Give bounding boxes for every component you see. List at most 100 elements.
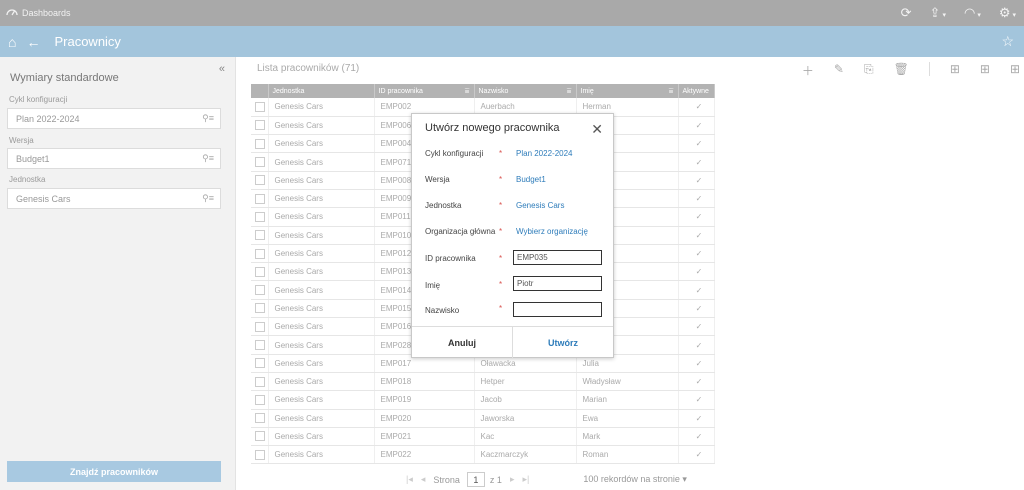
column-header[interactable]: Jednostka bbox=[268, 84, 375, 98]
table-row[interactable]: Genesis Cars EMP018 Hetper Władysław ✓ bbox=[251, 372, 715, 392]
export-xls-icon[interactable]: ⊞ bbox=[950, 62, 960, 79]
row-checkbox[interactable] bbox=[255, 321, 265, 332]
row-checkbox-cell[interactable] bbox=[251, 445, 269, 465]
table-row[interactable]: Genesis Cars EMP020 Jaworska Ewa ✓ bbox=[251, 409, 715, 428]
table-row[interactable]: Genesis Cars EMP022 Kaczmarczyk Roman ✓ bbox=[251, 445, 715, 465]
favorite-star-icon[interactable]: ☆ bbox=[1001, 33, 1014, 50]
row-checkbox[interactable] bbox=[255, 101, 265, 112]
pager: |◂ ◂ Strona 1 z 1 ▸ ▸| 100 rekordów na s… bbox=[406, 472, 687, 487]
active-check-icon: ✓ bbox=[678, 189, 715, 209]
row-checkbox-cell[interactable] bbox=[251, 207, 269, 227]
row-checkbox-cell[interactable] bbox=[251, 244, 269, 264]
gauge-menu-icon[interactable]: ◠ ▾ bbox=[964, 5, 981, 21]
table-cell: Genesis Cars bbox=[268, 299, 375, 319]
first-page-icon[interactable]: |◂ bbox=[406, 474, 413, 485]
active-check-icon: ✓ bbox=[678, 226, 715, 245]
home-icon[interactable]: ⌂ bbox=[8, 34, 16, 50]
config-cycle-field[interactable]: Plan 2022-2024 ⚲≡ bbox=[7, 108, 221, 129]
refresh-icon[interactable]: ⟳ bbox=[901, 5, 912, 21]
row-checkbox[interactable] bbox=[255, 413, 265, 424]
page-number-input[interactable]: 1 bbox=[466, 472, 485, 487]
row-checkbox[interactable] bbox=[255, 376, 265, 387]
lookup-icon[interactable]: ⚲≡ bbox=[202, 153, 214, 164]
column-header[interactable]: Imię ⩸ bbox=[576, 84, 679, 98]
settings-gear-icon[interactable]: ⚙ ▾ bbox=[999, 5, 1016, 21]
row-checkbox[interactable] bbox=[255, 449, 265, 460]
row-checkbox-cell[interactable] bbox=[251, 98, 269, 117]
row-checkbox-cell[interactable] bbox=[251, 299, 269, 319]
first-name-input[interactable]: Piotr bbox=[513, 276, 602, 291]
unit-field[interactable]: Genesis Cars ⚲≡ bbox=[7, 188, 221, 209]
row-checkbox-cell[interactable] bbox=[251, 171, 269, 190]
dashboard-gauge-icon[interactable] bbox=[6, 7, 18, 19]
row-checkbox-cell[interactable] bbox=[251, 262, 269, 282]
column-header[interactable]: ID pracownika ⩸ bbox=[374, 84, 475, 98]
per-page-select[interactable]: 100 rekordów na stronie ▾ bbox=[583, 474, 687, 485]
create-button[interactable]: Utwórz bbox=[513, 327, 613, 358]
version-value: Budget1 bbox=[516, 175, 546, 184]
close-icon[interactable]: ✕ bbox=[591, 121, 603, 138]
row-checkbox[interactable] bbox=[255, 193, 265, 204]
row-checkbox-cell[interactable] bbox=[251, 134, 269, 154]
copy-document-icon[interactable]: ⎘ bbox=[864, 62, 874, 79]
required-marker: * bbox=[499, 227, 503, 236]
row-checkbox[interactable] bbox=[255, 394, 265, 405]
field-label: Organizacja główna bbox=[425, 227, 496, 236]
row-checkbox[interactable] bbox=[255, 230, 265, 241]
column-header[interactable]: Nazwisko ⩸ bbox=[474, 84, 577, 98]
row-checkbox-cell[interactable] bbox=[251, 317, 269, 337]
row-checkbox[interactable] bbox=[255, 211, 265, 222]
select-all-header[interactable] bbox=[251, 84, 269, 98]
row-checkbox-cell[interactable] bbox=[251, 189, 269, 209]
lookup-icon[interactable]: ⚲≡ bbox=[202, 113, 214, 124]
row-checkbox[interactable] bbox=[255, 248, 265, 259]
row-checkbox[interactable] bbox=[255, 358, 265, 369]
row-checkbox[interactable] bbox=[255, 431, 265, 442]
next-page-icon[interactable]: ▸ bbox=[510, 474, 515, 485]
row-checkbox[interactable] bbox=[255, 138, 265, 149]
version-field[interactable]: Budget1 ⚲≡ bbox=[7, 148, 221, 169]
row-checkbox[interactable] bbox=[255, 175, 265, 186]
row-checkbox-cell[interactable] bbox=[251, 152, 269, 172]
table-row[interactable]: Genesis Cars EMP021 Kac Mark ✓ bbox=[251, 427, 715, 447]
cancel-button[interactable]: Anuluj bbox=[412, 327, 513, 358]
row-checkbox[interactable] bbox=[255, 157, 265, 168]
row-checkbox[interactable] bbox=[255, 266, 265, 277]
lookup-icon[interactable]: ⚲≡ bbox=[202, 193, 214, 204]
row-checkbox[interactable] bbox=[255, 303, 265, 314]
employee-id-input[interactable]: EMP035 bbox=[513, 250, 602, 265]
row-checkbox[interactable] bbox=[255, 285, 265, 296]
table-cell: Genesis Cars bbox=[268, 335, 375, 355]
export-icon[interactable]: ⇪ ▾ bbox=[930, 5, 946, 21]
add-icon[interactable]: ＋ bbox=[802, 62, 814, 79]
export-pdf-icon[interactable]: ⊞ bbox=[1010, 62, 1020, 79]
collapse-panel-icon[interactable]: « bbox=[219, 63, 225, 75]
filter-icon[interactable]: ⩸ bbox=[567, 86, 572, 96]
row-checkbox-cell[interactable] bbox=[251, 390, 269, 410]
table-row[interactable]: Genesis Cars EMP019 Jacob Marian ✓ bbox=[251, 390, 715, 410]
row-checkbox[interactable] bbox=[255, 120, 265, 131]
column-header[interactable]: Aktywne bbox=[678, 84, 715, 98]
edit-pencil-icon[interactable]: ✎ bbox=[834, 62, 844, 79]
row-checkbox[interactable] bbox=[255, 340, 265, 350]
filter-icon[interactable]: ⩸ bbox=[669, 86, 674, 96]
last-name-input[interactable] bbox=[513, 302, 602, 317]
row-checkbox-cell[interactable] bbox=[251, 427, 269, 447]
row-checkbox-cell[interactable] bbox=[251, 335, 269, 355]
filter-icon[interactable]: ⩸ bbox=[465, 86, 470, 96]
delete-trash-icon[interactable]: 🗑 bbox=[894, 62, 909, 79]
table-cell: Genesis Cars bbox=[268, 226, 375, 245]
find-employees-button[interactable]: Znajdź pracowników bbox=[7, 461, 221, 482]
export-csv-icon[interactable]: ⊞ bbox=[980, 62, 990, 79]
row-checkbox-cell[interactable] bbox=[251, 226, 269, 245]
choose-organization-link[interactable]: Wybierz organizację bbox=[516, 227, 588, 236]
last-page-icon[interactable]: ▸| bbox=[522, 474, 529, 485]
row-checkbox-cell[interactable] bbox=[251, 354, 269, 373]
row-checkbox-cell[interactable] bbox=[251, 280, 269, 300]
row-checkbox-cell[interactable] bbox=[251, 409, 269, 428]
row-checkbox-cell[interactable] bbox=[251, 116, 269, 136]
prev-page-icon[interactable]: ◂ bbox=[421, 474, 426, 485]
row-checkbox-cell[interactable] bbox=[251, 372, 269, 392]
back-arrow-icon[interactable]: ← bbox=[26, 34, 40, 50]
dashboards-link[interactable]: Dashboards bbox=[22, 8, 71, 18]
